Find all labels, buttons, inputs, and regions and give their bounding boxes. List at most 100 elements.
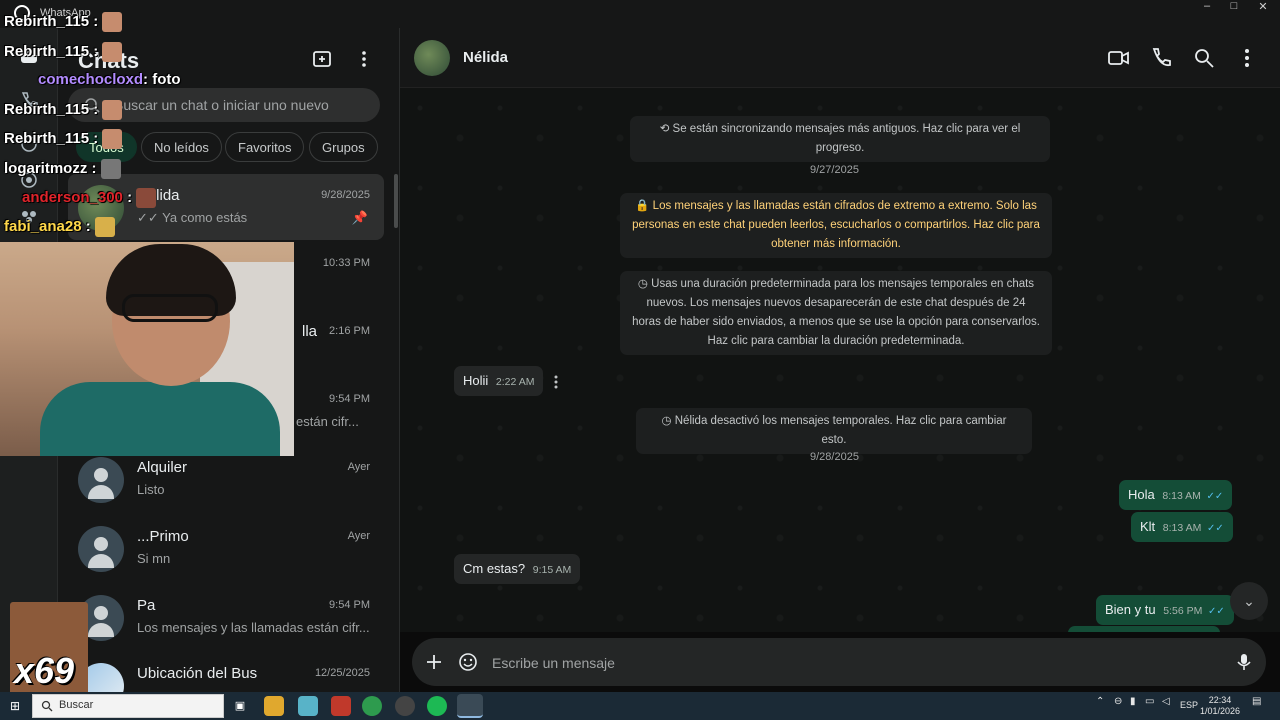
chat-name: ...Primo xyxy=(137,528,189,545)
pin-icon: 📌 xyxy=(351,210,368,225)
tray-expand-icon[interactable]: ⌃ xyxy=(1096,696,1104,707)
emote-icon xyxy=(102,12,123,32)
search-messages-icon[interactable] xyxy=(1192,46,1216,70)
emote-icon xyxy=(100,159,121,179)
network-icon[interactable]: ▭ xyxy=(1145,696,1154,707)
default-avatar-icon xyxy=(78,457,124,503)
message-text: Bien y tu xyxy=(1105,602,1156,617)
attach-plus-icon[interactable] xyxy=(424,652,444,672)
stream-chat-line: Rebirth_115 : xyxy=(4,100,123,120)
chat-time: 12/25/2025 xyxy=(314,667,370,679)
composer: Escribe un mensaje xyxy=(400,632,1280,692)
webcam-person-shirt xyxy=(40,382,280,456)
windows-start-icon[interactable]: ⊞ xyxy=(10,699,24,713)
message-incoming[interactable]: Cm estas? 9:15 AM xyxy=(454,554,581,584)
stream-chat-line: Rebirth_115 : xyxy=(4,129,123,149)
chat-last-message: están cifr... xyxy=(296,414,359,429)
message-outgoing[interactable]: Bien y tu 5:56 PM ✓✓ xyxy=(1096,595,1234,625)
conversation-panel: Nélida ⟲ Se están sincronizando mensajes… xyxy=(400,28,1280,692)
stream-chat-line: Rebirth_115 : xyxy=(4,42,123,62)
chrome-icon[interactable] xyxy=(362,696,382,716)
emote-icon xyxy=(136,188,157,208)
tray-icon[interactable]: ▮ xyxy=(1130,696,1136,707)
message-time: 2:22 AM xyxy=(495,376,535,388)
chat-list-scrollbar[interactable] xyxy=(394,174,398,228)
date-separator: 9/27/2025 xyxy=(810,164,859,176)
chat-time: 10:33 PM xyxy=(322,257,370,269)
temporary-disabled-notice[interactable]: ◷ Nélida desactivó los mensajes temporal… xyxy=(636,408,1032,454)
search-icon xyxy=(41,700,53,712)
chat-last-message: Los mensajes y las llamadas están cifr..… xyxy=(137,620,370,635)
sync-notice[interactable]: ⟲ Se están sincronizando mensajes más an… xyxy=(630,116,1050,162)
emoji-sticker-icon[interactable] xyxy=(458,652,478,672)
chat-name: Nélida xyxy=(137,187,180,204)
message-time: 8:13 AM xyxy=(1162,490,1201,502)
new-chat-icon[interactable] xyxy=(311,48,333,70)
chat-name: Alquiler xyxy=(137,459,188,476)
filter-unread[interactable]: No leídos xyxy=(141,132,222,162)
chat-item-pa[interactable]: Pa 9:54 PM Los mensajes y las llamadas e… xyxy=(68,584,384,650)
read-ticks-icon: ✓✓ xyxy=(1206,491,1224,502)
spotify-icon[interactable] xyxy=(427,696,447,716)
emote-icon xyxy=(102,42,123,62)
stream-chat-line: logaritmozz : xyxy=(4,159,121,179)
stream-chat-line: anderson_300 : xyxy=(22,188,157,208)
temporary-messages-notice[interactable]: ◷ Usas una duración predeterminada para … xyxy=(620,271,1052,355)
contact-name[interactable]: Nélida xyxy=(463,49,508,66)
message-time: 9:15 AM xyxy=(532,564,572,576)
language-indicator[interactable]: ESP xyxy=(1180,700,1198,710)
notifications-icon[interactable]: ▤ xyxy=(1252,696,1261,707)
chat-item-primo[interactable]: ...Primo Ayer Si mn xyxy=(68,515,384,581)
webcam-glasses xyxy=(122,294,218,322)
obs-icon[interactable] xyxy=(395,696,415,716)
emote-overlay-label: x69 xyxy=(14,650,75,691)
chat-time: 9:54 PM xyxy=(329,599,370,611)
emote-icon xyxy=(102,129,123,149)
close-button[interactable]: ✕ xyxy=(1246,0,1280,14)
read-ticks-icon: ✓✓ xyxy=(1206,523,1224,534)
stream-chat-line: fabi_ana28 : xyxy=(4,217,115,237)
voice-call-icon[interactable] xyxy=(1149,46,1173,70)
conversation-menu-icon[interactable] xyxy=(1235,46,1259,70)
message-incoming[interactable]: Holii 2:22 AM xyxy=(454,366,544,396)
app-icon[interactable] xyxy=(298,696,318,716)
chat-time: 9:54 PM xyxy=(329,393,370,405)
chat-name: Ubicación del Bus xyxy=(137,665,258,682)
chat-last-message: Si mn xyxy=(137,551,171,566)
whatsapp-taskbar-icon[interactable] xyxy=(457,694,483,718)
task-view-icon[interactable]: ▣ xyxy=(230,696,250,716)
message-outgoing[interactable]: Klt 8:13 AM ✓✓ xyxy=(1131,512,1233,542)
search-placeholder: Buscar un chat o iniciar uno nuevo xyxy=(114,97,329,113)
message-outgoing[interactable]: Hola 8:13 AM ✓✓ xyxy=(1119,480,1233,510)
message-text: Klt xyxy=(1140,519,1156,534)
message-text: Hola xyxy=(1128,487,1155,502)
scroll-to-bottom-button[interactable]: ⌄ xyxy=(1230,582,1268,620)
clock-time: 22:34 xyxy=(1208,695,1232,705)
app-icon[interactable] xyxy=(331,696,351,716)
tray-icon[interactable]: ⊖ xyxy=(1114,696,1122,707)
clock-date: 1/01/2026 xyxy=(1200,706,1241,716)
message-text: Holii xyxy=(463,373,489,388)
microphone-icon[interactable] xyxy=(1234,652,1254,672)
encryption-notice[interactable]: 🔒 Los mensajes y las llamadas están cifr… xyxy=(620,193,1052,258)
chat-name: Pa xyxy=(137,597,156,614)
emote-overlay: x69 xyxy=(10,602,88,696)
message-input-box[interactable]: Escribe un mensaje xyxy=(412,638,1266,686)
message-input-placeholder: Escribe un mensaje xyxy=(492,655,615,671)
webcam-overlay xyxy=(0,242,294,456)
message-time: 8:13 AM xyxy=(1162,522,1202,534)
chat-time: 2:16 PM xyxy=(329,325,370,337)
filter-favorites[interactable]: Favoritos xyxy=(225,132,305,162)
window-titlebar: WhatsApp – □ ✕ xyxy=(0,0,1280,28)
filter-groups[interactable]: Grupos xyxy=(309,132,378,162)
message-options-icon[interactable] xyxy=(552,374,560,390)
taskbar-clock[interactable]: 22:34 1/01/2026 xyxy=(1200,695,1240,717)
contact-avatar[interactable] xyxy=(414,40,450,76)
conversation-header[interactable]: Nélida xyxy=(400,28,1280,88)
taskbar-search-input[interactable]: Buscar xyxy=(32,694,224,718)
volume-icon[interactable]: ◁ xyxy=(1162,696,1170,707)
read-ticks-icon: ✓✓ xyxy=(1207,606,1225,617)
file-explorer-icon[interactable] xyxy=(264,696,284,716)
menu-kebab-icon[interactable] xyxy=(353,48,375,70)
video-call-icon[interactable] xyxy=(1107,46,1131,70)
